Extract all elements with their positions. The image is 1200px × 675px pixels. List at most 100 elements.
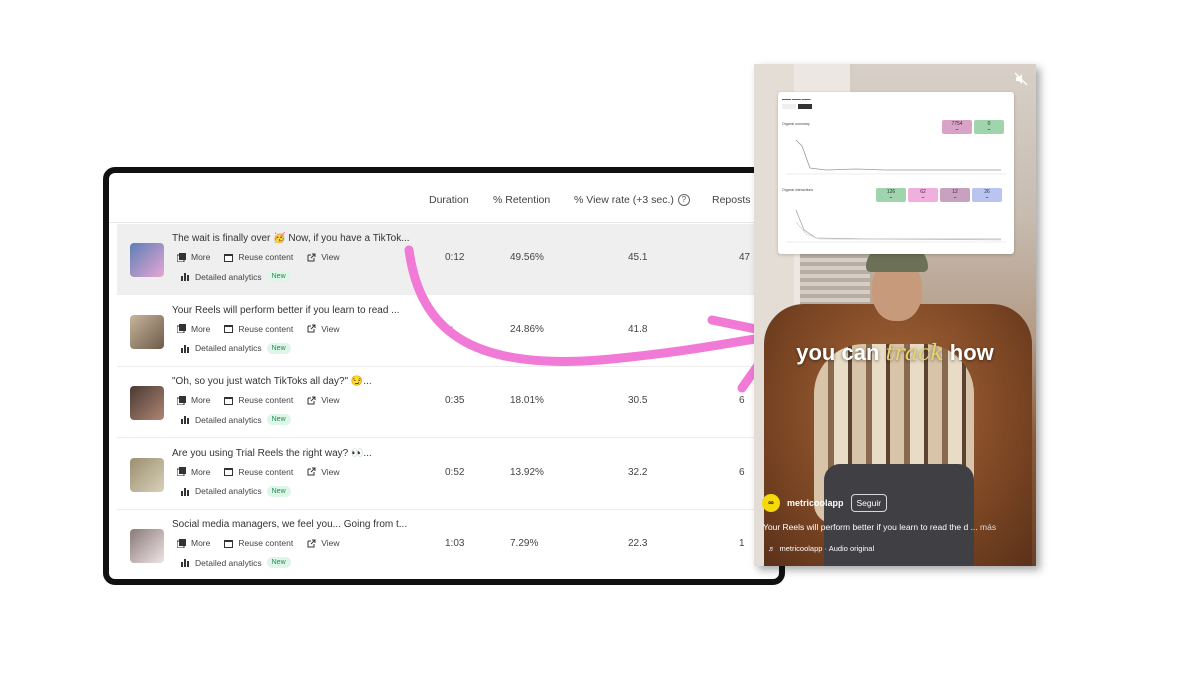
copy-icon [177,395,186,405]
external-link-icon [307,539,316,547]
view-button[interactable]: View [307,538,339,548]
dashboard-header: ▬▬▬ ▬▬▬ ▬▬▬ [782,97,811,101]
cell-retention: 18.01% [510,395,544,406]
cell-reposts: 47 [739,252,751,263]
dashboard-tab-active [798,104,812,109]
more-button[interactable]: More [177,252,210,262]
kpi-box: 7754 ▬ [942,120,972,134]
interactions-line-chart [786,209,1006,243]
creator-name[interactable]: metricoolapp [787,498,844,508]
new-badge: New [266,342,291,354]
header-view-rate-label: % View rate (+3 sec.) [574,194,674,206]
view-button[interactable]: View [307,252,339,262]
calendar-icon [224,396,234,405]
kpi-box: 62 ▬ [908,188,938,202]
table-header: Duration % Retention % View rate (+3 sec… [109,173,779,223]
cell-duration: 1:03 [445,538,465,549]
bar-chart-icon [181,344,189,353]
header-view-rate[interactable]: % View rate (+3 sec.) ? [574,194,690,206]
dashboard-tab [782,104,796,109]
more-button[interactable]: More [177,467,210,477]
cell-reposts: 6 [739,466,745,478]
more-button[interactable]: More [177,324,210,334]
view-button[interactable]: View [307,467,339,477]
table-row[interactable]: "Oh, so you just watch TikToks all day?"… [117,367,777,438]
more-link[interactable]: más [980,522,996,532]
new-badge: New [266,485,291,497]
detailed-analytics-link[interactable]: Detailed analytics New [181,557,291,568]
kpi-box: 0 ▬ [974,120,1004,134]
row-actions: More Reuse content View [177,467,339,477]
new-badge: New [266,414,291,425]
stage: Duration % Retention % View rate (+3 sec… [0,0,1200,675]
detailed-analytics-link[interactable]: Detailed analytics New [181,342,291,354]
follow-button[interactable]: Seguir [850,494,888,512]
organic-interactions-label: Organic interactions [782,188,814,192]
table-row[interactable]: Social media managers, we feel you... Go… [117,510,777,579]
reel-title[interactable]: Your Reels will perform better if you le… [172,305,400,316]
calendar-icon [224,539,234,548]
cell-duration: 0:35 [445,395,465,406]
cell-reposts: 6 [739,395,745,406]
external-link-icon [307,467,316,476]
header-reposts[interactable]: Reposts [712,194,751,206]
organic-summary-label: Organic summary [782,122,810,126]
video-caption-overlay: you can track how [796,340,994,366]
reel-thumbnail[interactable] [130,314,164,349]
audio-label[interactable]: ♬ metricoolapp · Audio original [768,544,874,553]
external-link-icon [307,253,316,261]
creator-avatar[interactable]: ∞ [762,494,780,512]
calendar-icon [224,253,234,262]
cell-retention: 13.92% [510,466,544,478]
cell-retention: 49.56% [510,252,544,263]
reel-video-preview[interactable]: ▬▬▬ ▬▬▬ ▬▬▬ Organic summary 7754 ▬ 0 ▬ Org… [754,64,1036,566]
reel-thumbnail[interactable] [130,243,164,277]
bar-chart-icon [181,559,189,567]
external-link-icon [307,396,316,404]
mute-icon[interactable] [1014,72,1028,86]
cell-retention: 7.29% [510,538,539,549]
row-actions: More Reuse content View [177,395,339,405]
new-badge: New [266,271,291,282]
dashboard-screenshot: ▬▬▬ ▬▬▬ ▬▬▬ Organic summary 7754 ▬ 0 ▬ Org… [778,92,1014,254]
detailed-analytics-link[interactable]: Detailed analytics New [181,485,291,497]
table-row[interactable]: Your Reels will perform better if you le… [117,296,777,367]
bar-chart-icon [181,487,189,496]
reel-thumbnail[interactable] [130,529,164,563]
video-description: Your Reels will perform better if you le… [763,522,997,532]
table-row[interactable]: Are you using Trial Reels the right way?… [117,439,777,510]
cell-duration: 0: [445,323,454,335]
reel-thumbnail[interactable] [130,386,164,420]
reuse-content-button[interactable]: Reuse content [224,538,293,548]
reuse-content-button[interactable]: Reuse content [224,252,293,262]
header-retention[interactable]: % Retention [493,194,550,206]
summary-line-chart [786,139,1006,175]
detailed-analytics-link[interactable]: Detailed analytics New [181,271,291,282]
reel-title[interactable]: Are you using Trial Reels the right way?… [172,448,372,459]
creator-row: ∞ metricoolapp Seguir [762,494,888,512]
help-icon[interactable]: ? [677,194,690,206]
detailed-analytics-link[interactable]: Detailed analytics New [181,414,291,425]
more-button[interactable]: More [177,395,210,405]
bar-chart-icon [181,273,189,281]
calendar-icon [224,468,234,476]
header-duration[interactable]: Duration [429,194,469,206]
reel-title[interactable]: The wait is finally over 🥳 Now, if you h… [172,233,410,244]
reel-thumbnail[interactable] [130,457,164,492]
new-badge: New [266,557,291,568]
cell-view-rate: 30.5 [628,395,648,406]
reel-title[interactable]: Social media managers, we feel you... Go… [172,519,407,530]
copy-icon [177,324,186,333]
kpi-box: 12 ▬ [940,188,970,202]
reuse-content-button[interactable]: Reuse content [224,467,293,477]
reuse-content-button[interactable]: Reuse content [224,395,293,405]
more-button[interactable]: More [177,538,210,548]
external-link-icon [307,324,316,333]
cell-view-rate: 41.8 [628,323,648,335]
copy-icon [177,538,186,548]
view-button[interactable]: View [307,324,339,334]
reuse-content-button[interactable]: Reuse content [224,324,293,334]
reel-title[interactable]: "Oh, so you just watch TikToks all day?"… [172,376,372,387]
view-button[interactable]: View [307,395,339,405]
table-row[interactable]: The wait is finally over 🥳 Now, if you h… [117,224,777,295]
